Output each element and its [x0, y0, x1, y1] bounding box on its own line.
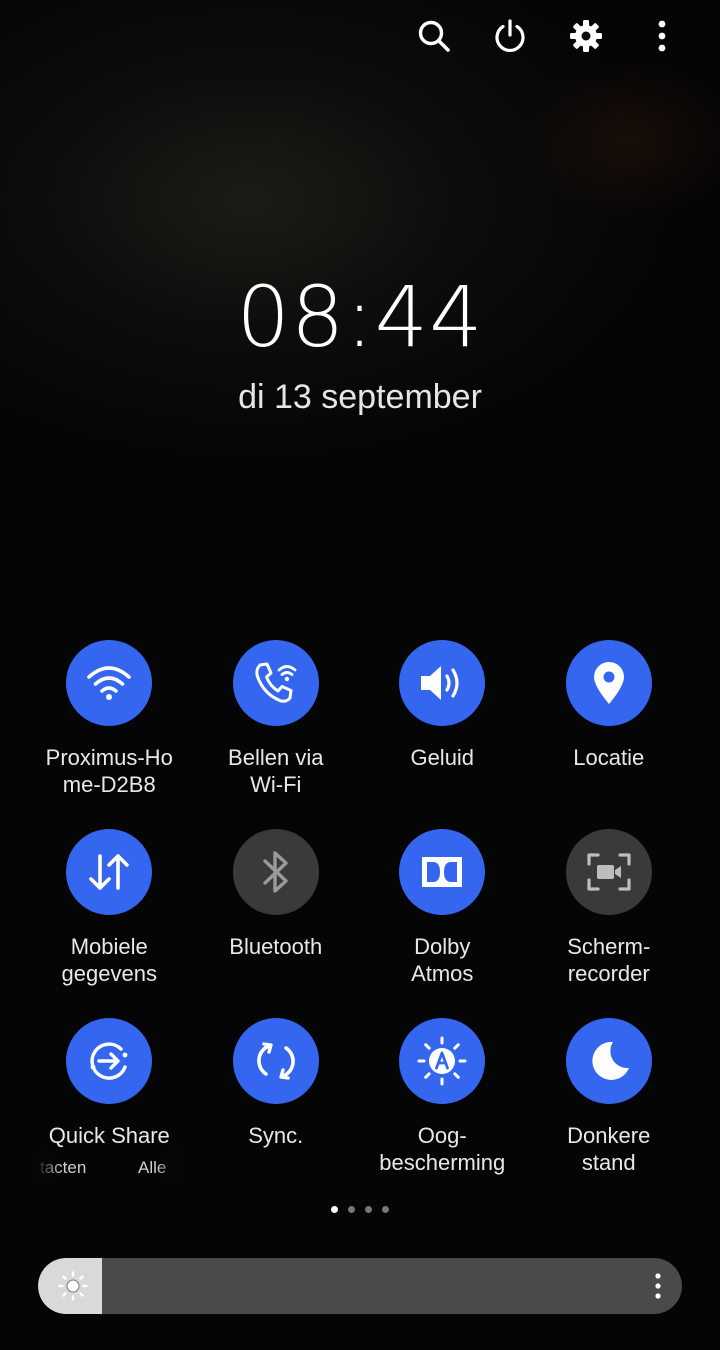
location-icon [593, 662, 624, 704]
clock-time[interactable]: 08:44 [0, 268, 720, 366]
tile-quick-share-button[interactable] [66, 1018, 153, 1104]
tile-sound[interactable]: Geluid [359, 640, 526, 829]
tile-sync-label: Sync. [248, 1123, 304, 1148]
tile-screen-recorder-label: Scherm- recorder [567, 934, 651, 986]
tile-sound-button[interactable] [399, 640, 486, 726]
bluetooth-icon [263, 851, 288, 893]
quick-settings-grid: Proximus-Ho me-D2B8 Bellen via Wi-Fi Gel… [26, 640, 692, 1207]
clock-date[interactable]: di 13 september [0, 378, 720, 417]
tile-mobile-data[interactable]: Mobiele gegevens [26, 829, 193, 1018]
tile-mobile-data-button[interactable] [66, 829, 153, 915]
tile-bluetooth-button[interactable] [232, 829, 319, 915]
tile-quick-share-label: Quick Share [48, 1123, 170, 1148]
tile-location-label: Locatie [573, 745, 645, 770]
tile-dolby-atmos-button[interactable] [399, 829, 486, 915]
tile-screen-recorder-button[interactable] [565, 829, 652, 915]
tile-sync-button[interactable] [232, 1018, 319, 1104]
brightness-more-button[interactable] [648, 1268, 668, 1304]
wifi-calling-icon [255, 662, 297, 703]
screen-recorder-icon [587, 853, 631, 891]
more-options-button[interactable] [644, 14, 680, 58]
page-indicator [0, 1206, 720, 1213]
dark-mode-icon [592, 1041, 629, 1080]
tile-eye-comfort-button[interactable] [399, 1018, 486, 1104]
sound-icon [421, 666, 459, 700]
tile-wifi-calling-button[interactable] [232, 640, 319, 726]
tile-wifi[interactable]: Proximus-Ho me-D2B8 [26, 640, 193, 829]
page-dot [382, 1206, 389, 1213]
tile-location[interactable]: Locatie [526, 640, 693, 829]
quick-share-icon [90, 1042, 128, 1080]
tile-wifi-calling-label: Bellen via Wi-Fi [228, 745, 324, 797]
tile-wifi-label: Proximus-Ho me-D2B8 [45, 745, 173, 797]
tile-dolby-atmos-label: Dolby Atmos [411, 934, 474, 986]
power-button[interactable] [492, 14, 528, 58]
mobile-data-icon [89, 854, 130, 890]
tile-bluetooth[interactable]: Bluetooth [193, 829, 360, 1018]
tile-dark-mode[interactable]: Donkere stand [526, 1018, 693, 1207]
search-button[interactable] [416, 14, 452, 58]
quick-share-fade-right [156, 1150, 182, 1182]
brightness-icon [58, 1271, 88, 1301]
tile-eye-comfort[interactable]: Oog- bescherming [359, 1018, 526, 1207]
eye-comfort-icon [417, 1036, 467, 1086]
wifi-icon [87, 666, 132, 700]
sync-icon [256, 1042, 295, 1080]
more-vertical-icon [655, 1273, 661, 1299]
dolby-icon [422, 857, 463, 887]
tile-wifi-calling[interactable]: Bellen via Wi-Fi [193, 640, 360, 829]
tile-sync[interactable]: Sync. [193, 1018, 360, 1207]
page-dot [331, 1206, 338, 1213]
page-dot [365, 1206, 372, 1213]
more-vertical-icon [658, 20, 666, 52]
top-action-bar [416, 14, 680, 58]
quick-panel: 08:44 di 13 september Proximus-Ho me-D2B… [0, 0, 720, 1350]
tile-dolby-atmos[interactable]: Dolby Atmos [359, 829, 526, 1018]
gear-icon [570, 20, 602, 52]
tile-dark-mode-label: Donkere stand [567, 1123, 651, 1175]
power-icon [495, 19, 525, 52]
page-dot [348, 1206, 355, 1213]
quick-share-fade-left [36, 1150, 62, 1182]
tile-mobile-data-label: Mobiele gegevens [61, 934, 157, 986]
tile-location-button[interactable] [565, 640, 652, 726]
search-icon [418, 20, 450, 52]
tile-sound-label: Geluid [410, 745, 475, 770]
tile-bluetooth-label: Bluetooth [229, 934, 323, 959]
tile-dark-mode-button[interactable] [565, 1018, 652, 1104]
background-glow [520, 60, 720, 220]
brightness-slider[interactable] [38, 1258, 682, 1314]
tile-screen-recorder[interactable]: Scherm- recorder [526, 829, 693, 1018]
tile-eye-comfort-label: Oog- bescherming [379, 1123, 506, 1175]
settings-button[interactable] [568, 14, 604, 58]
tile-wifi-button[interactable] [66, 640, 153, 726]
